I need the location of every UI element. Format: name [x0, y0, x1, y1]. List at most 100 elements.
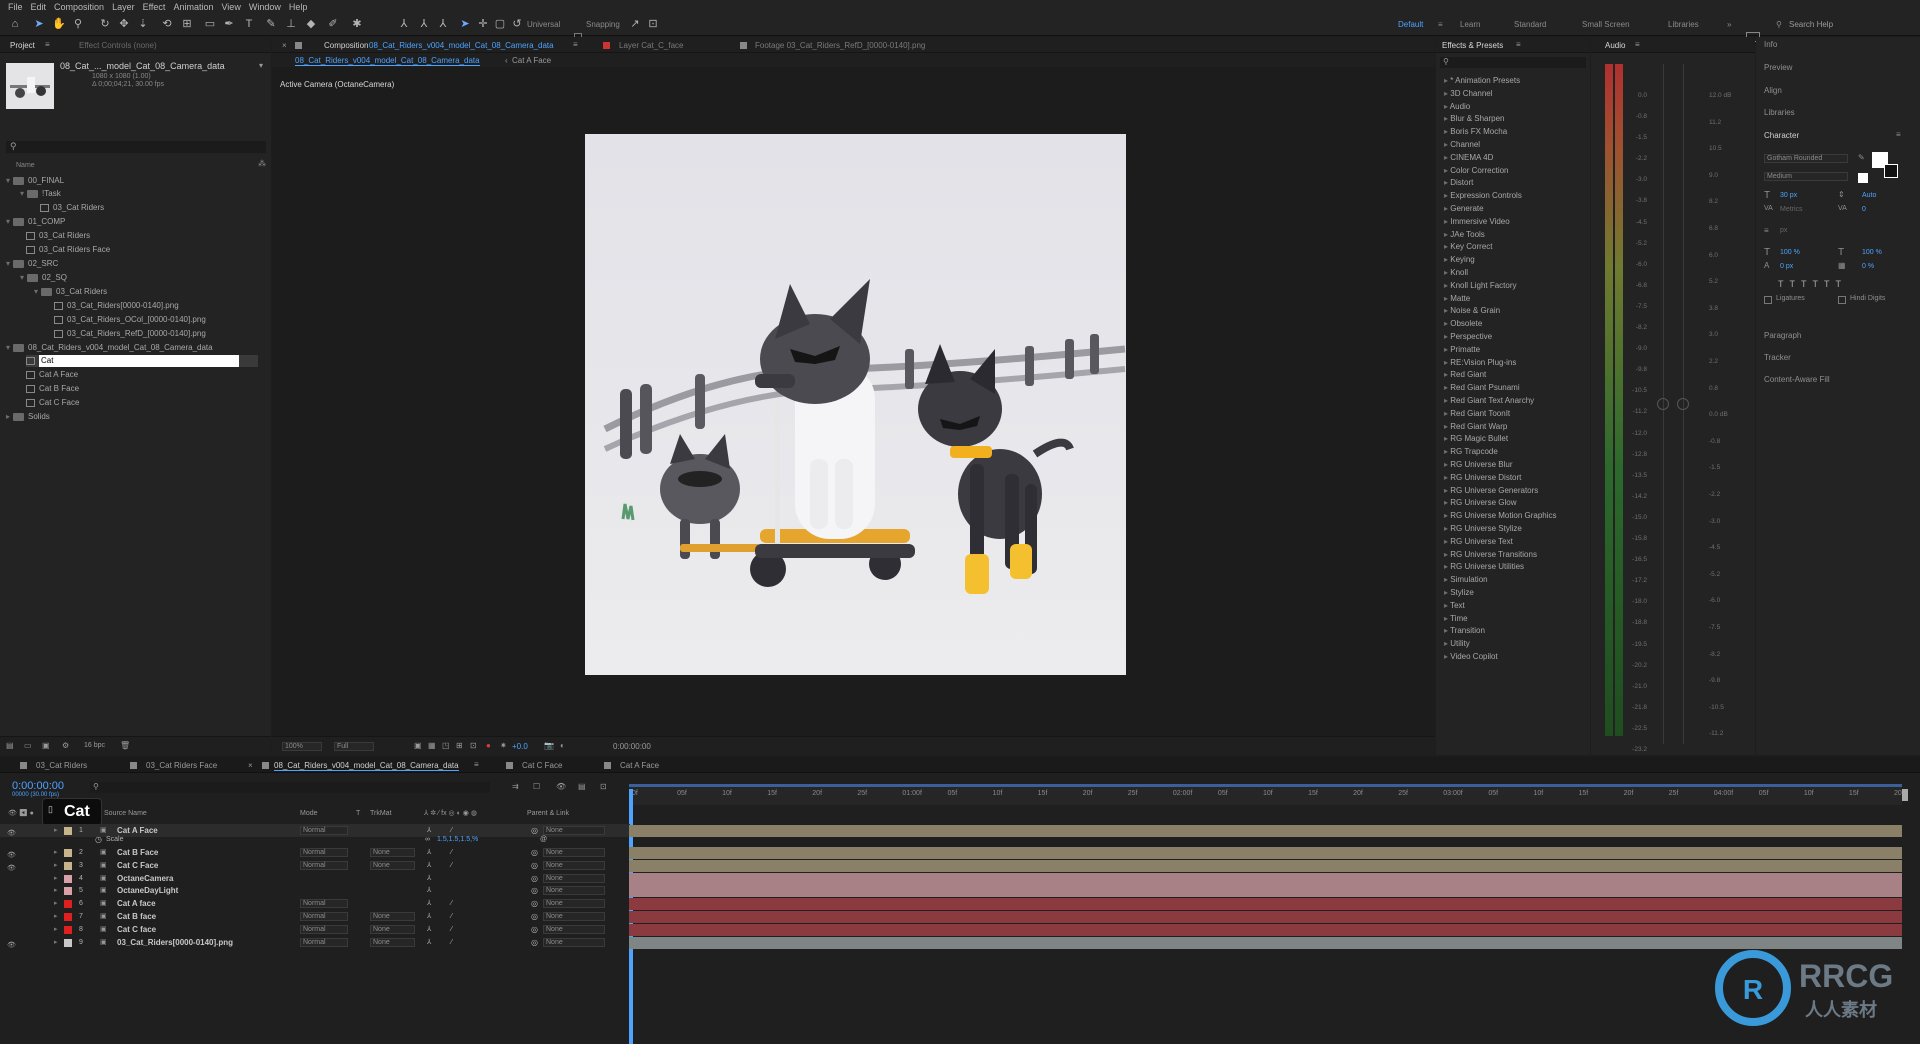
- effect-category[interactable]: ▸ Stylize: [1444, 586, 1474, 599]
- viewer-timecode[interactable]: 0:00:00:00: [613, 742, 651, 751]
- effect-category[interactable]: ▸ Simulation: [1444, 573, 1488, 586]
- pickwhip-icon[interactable]: ◎: [531, 897, 538, 910]
- effect-category[interactable]: ▸ Red Giant ToonIt: [1444, 407, 1510, 420]
- effect-category[interactable]: ▸ Boris FX Mocha: [1444, 125, 1507, 138]
- quality-switch-icon[interactable]: ⁄: [451, 859, 452, 872]
- layer-row[interactable]: ▸ 7 ▣ Cat B face Normal None ⅄ ⁄ ◎ None: [0, 910, 630, 923]
- text-style-buttons[interactable]: TTTTTT: [1778, 279, 1847, 289]
- layer-row[interactable]: ▸ 4 ▣ OctaneCamera ⅄ ◎ None: [0, 872, 630, 885]
- effect-category[interactable]: ▸ Audio: [1444, 100, 1470, 113]
- tree-item[interactable]: Cat B Face: [26, 383, 79, 395]
- effect-category[interactable]: ▸ Expression Controls: [1444, 189, 1522, 202]
- pickwhip-icon[interactable]: ◎: [531, 910, 538, 923]
- tree-item[interactable]: ▾ 00_FINAL: [6, 175, 64, 187]
- quality-switch-icon[interactable]: ⁄: [451, 923, 452, 936]
- layer-row[interactable]: 👁 ▸ 2 ▣ Cat B Face Normal None ⅄ ⁄ ◎ None: [0, 846, 630, 859]
- label-color-swatch[interactable]: [64, 849, 72, 857]
- view-axis-icon[interactable]: ⅄: [436, 17, 450, 31]
- mask-visibility-icon[interactable]: ◳: [442, 741, 450, 750]
- twirl-icon[interactable]: ▸: [54, 846, 58, 859]
- menu-window[interactable]: Window: [245, 2, 285, 12]
- layer-name[interactable]: OctaneCamera: [117, 872, 173, 885]
- audio-menu-icon[interactable]: ≡: [1635, 40, 1640, 49]
- frame-blending-icon[interactable]: ▤: [578, 782, 586, 791]
- layer-name[interactable]: Cat B face: [117, 910, 156, 923]
- label-color-swatch[interactable]: [64, 887, 72, 896]
- resolution-dropdown[interactable]: Full: [334, 742, 374, 751]
- tree-item-selected[interactable]: Cat: [26, 355, 258, 367]
- effect-category[interactable]: ▸ Distort: [1444, 176, 1473, 189]
- tree-item[interactable]: Cat A Face: [26, 369, 78, 381]
- audio-title[interactable]: Audio: [1605, 41, 1625, 50]
- tree-item[interactable]: ▾ 02_SQ: [20, 272, 67, 284]
- ligatures-checkbox[interactable]: [1764, 296, 1772, 304]
- menu-composition[interactable]: Composition: [50, 2, 108, 12]
- parent-dropdown[interactable]: None: [543, 886, 605, 896]
- label-color-swatch[interactable]: [64, 874, 72, 883]
- effects-title[interactable]: Effects & Presets: [1442, 41, 1503, 50]
- move-icon[interactable]: ✛: [476, 17, 490, 31]
- world-axis-icon[interactable]: ⅄: [417, 17, 431, 31]
- layer-name[interactable]: Cat A face: [117, 897, 156, 910]
- label-color-swatch[interactable]: [64, 913, 72, 921]
- shy-switch-icon[interactable]: ⅄: [427, 859, 431, 872]
- shy-switch-icon[interactable]: ⅄: [427, 923, 431, 936]
- region-of-interest-icon[interactable]: ▣: [414, 741, 422, 750]
- graph-editor-icon[interactable]: ⊡: [600, 782, 607, 791]
- effect-category[interactable]: ▸ RG Universe Blur: [1444, 458, 1513, 471]
- effect-category[interactable]: ▸ Transition: [1444, 624, 1485, 637]
- tree-item[interactable]: 03_Cat Riders: [40, 202, 104, 214]
- tracker-panel[interactable]: Tracker: [1764, 353, 1791, 362]
- timeline-timecode[interactable]: 0:00:00:00: [12, 780, 64, 792]
- kerning-value[interactable]: Metrics: [1780, 206, 1803, 213]
- tree-item[interactable]: 03_Cat Riders Face: [26, 244, 110, 256]
- layer-duration-bar[interactable]: [629, 923, 1902, 936]
- tab-composition-name[interactable]: 08_Cat_Riders_v004_model_Cat_08_Camera_d…: [369, 41, 554, 50]
- lock-icon[interactable]: [295, 42, 302, 49]
- layer-duration-bar[interactable]: [629, 911, 1902, 923]
- twirl-icon[interactable]: ▸: [54, 884, 58, 897]
- effect-category[interactable]: ▸ Perspective: [1444, 330, 1492, 343]
- workspace-small-screen[interactable]: Small Screen: [1582, 20, 1630, 29]
- effect-category[interactable]: ▸ JAe Tools: [1444, 228, 1485, 241]
- shy-layers-icon[interactable]: 👁: [556, 782, 566, 791]
- font-style-dropdown[interactable]: Medium: [1764, 172, 1848, 181]
- tsume-value[interactable]: 0 %: [1862, 263, 1874, 270]
- tree-item[interactable]: ▾ !Task: [20, 188, 61, 200]
- pickwhip-icon[interactable]: ◎: [531, 872, 538, 885]
- tree-item[interactable]: ▾ 03_Cat Riders: [34, 286, 107, 298]
- subtab-main-comp[interactable]: 08_Cat_Riders_v004_model_Cat_08_Camera_d…: [295, 56, 480, 66]
- color-channel-icon[interactable]: ●: [486, 741, 491, 750]
- parent-dropdown[interactable]: None: [543, 873, 605, 883]
- effect-category[interactable]: ▸ RG Universe Motion Graphics: [1444, 509, 1557, 522]
- project-menu-icon[interactable]: ≡: [45, 40, 50, 49]
- timeline-tab[interactable]: 03_Cat Riders Face: [146, 761, 217, 770]
- twirl-icon[interactable]: ▸: [54, 859, 58, 872]
- workspace-menu-icon[interactable]: ≡: [1438, 20, 1443, 29]
- clone-tool-icon[interactable]: ⊥: [284, 17, 298, 31]
- layer-name[interactable]: Cat C Face: [117, 859, 158, 872]
- layer-name[interactable]: Cat B Face: [117, 846, 158, 859]
- menu-animation[interactable]: Animation: [169, 2, 217, 12]
- menu-help[interactable]: Help: [285, 2, 312, 12]
- effect-category[interactable]: ▸ 3D Channel: [1444, 87, 1493, 100]
- trkmat-dropdown[interactable]: None: [370, 912, 415, 921]
- menu-file[interactable]: File: [4, 2, 27, 12]
- hindi-digits-checkbox[interactable]: [1838, 296, 1846, 304]
- effect-category[interactable]: ▸ Color Correction: [1444, 164, 1509, 177]
- align-panel[interactable]: Align: [1764, 86, 1782, 95]
- transparency-grid-icon[interactable]: ▦: [428, 741, 436, 750]
- comp-viewer[interactable]: [585, 134, 1126, 675]
- visibility-eye-icon[interactable]: 👁: [7, 939, 16, 952]
- effect-category[interactable]: ▸ Noise & Grain: [1444, 304, 1500, 317]
- close-icon[interactable]: ×: [282, 41, 287, 50]
- shy-switch-icon[interactable]: ⅄: [427, 846, 431, 859]
- parent-dropdown[interactable]: None: [543, 924, 605, 934]
- twirl-icon[interactable]: ▸: [54, 897, 58, 910]
- shy-switch-icon[interactable]: ⅄: [427, 884, 431, 897]
- character-menu-icon[interactable]: ≡: [1896, 130, 1901, 139]
- layer-duration-bar[interactable]: [629, 898, 1902, 911]
- effect-category[interactable]: ▸ Knoll: [1444, 266, 1468, 279]
- baseline-value[interactable]: 0 px: [1780, 263, 1793, 270]
- twirl-icon[interactable]: ▸: [54, 910, 58, 923]
